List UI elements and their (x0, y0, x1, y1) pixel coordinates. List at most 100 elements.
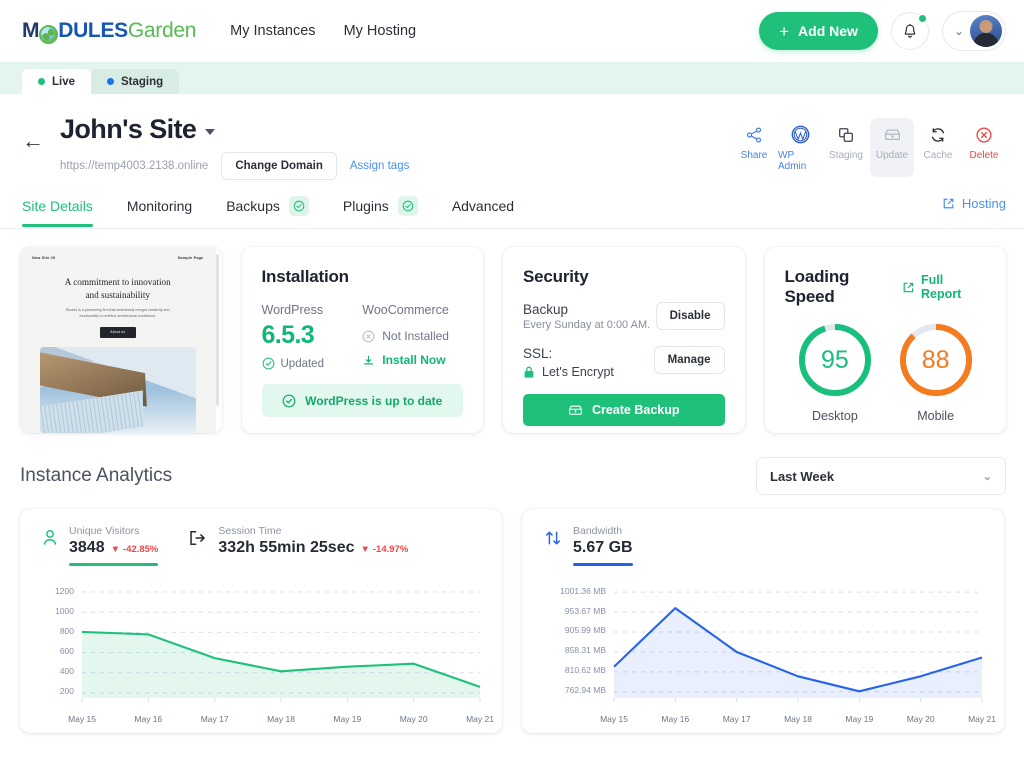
loading-speed-card: Loading Speed Full Report 95 Desktop 88 … (764, 247, 1006, 433)
y-axis-tick: 905.99 MB (564, 625, 606, 636)
action-share-label: Share (740, 150, 768, 161)
woocommerce-block: WooCommerce Not Installed Install Now (362, 303, 463, 370)
back-arrow-icon[interactable]: ← (22, 130, 44, 152)
notifications-button[interactable] (890, 12, 929, 50)
globe-icon (39, 24, 59, 44)
update-box-icon (883, 124, 902, 145)
status-dot-live (38, 78, 45, 85)
backup-info: Backup Every Sunday at 0:00 AM. (523, 302, 656, 331)
x-axis-tick: May 15 (68, 713, 96, 724)
action-share[interactable]: Share (732, 118, 776, 177)
tab-plugins-label: Plugins (342, 198, 389, 214)
wordpress-icon (791, 124, 810, 145)
logo-text-garden: Garden (127, 19, 197, 42)
backup-label: Backup (523, 302, 569, 317)
env-tab-live[interactable]: Live (22, 69, 92, 94)
backup-row: Backup Every Sunday at 0:00 AM. Disable (523, 302, 725, 331)
bandwidth-chart-card: Bandwidth 5.67 GB 762.94 MB 810.62 MB 858.… (522, 509, 1004, 733)
install-now-link[interactable]: Install Now (362, 353, 463, 367)
session-time-value: 332h 55min 25sec (218, 539, 355, 556)
section-tabbar: Site Details Monitoring Backups Plugins … (0, 180, 1024, 229)
installation-grid: WordPress 6.5.3 Updated WooCommerce Not … (262, 303, 464, 370)
x-axis-tick: May 18 (267, 713, 295, 724)
unique-visitors-delta-text: -42.85% (123, 544, 159, 555)
chevron-down-icon: ⌄ (982, 470, 992, 483)
chevron-down-icon: ⌄ (953, 24, 964, 38)
wordpress-status: Updated (262, 357, 363, 370)
action-wp-admin[interactable]: WP Admin (778, 118, 822, 177)
refresh-icon (929, 124, 947, 145)
x-circle-icon (362, 330, 375, 342)
notification-badge (917, 14, 927, 23)
action-update[interactable]: Update (870, 118, 914, 177)
gauge-mobile-ring: 88 (897, 321, 975, 399)
tab-advanced-label: Advanced (451, 198, 515, 214)
preview-cta-button: About us (99, 326, 136, 338)
account-menu[interactable]: ⌄ (941, 11, 1006, 51)
tab-plugins[interactable]: Plugins (343, 190, 418, 228)
site-preview-frame: New Site #5 Sample Page A commitment to … (20, 247, 222, 433)
ssl-manage-button[interactable]: Manage (653, 346, 725, 374)
change-domain-button[interactable]: Change Domain (221, 152, 337, 180)
check-circle-icon (262, 357, 274, 370)
x-axis-tick: May 19 (333, 713, 362, 724)
unique-visitors-value: 3848 (69, 539, 105, 556)
x-axis-tick: May 17 (722, 713, 751, 724)
user-icon (42, 525, 58, 552)
wordpress-uptodate-banner[interactable]: WordPress is up to date (261, 384, 463, 417)
env-tab-staging-label: Staging (121, 75, 164, 88)
date-range-select[interactable]: Last Week ⌄ (756, 457, 1006, 495)
y-axis-tick: 800 (59, 625, 74, 636)
create-backup-button[interactable]: Create Backup (523, 394, 725, 426)
hosting-link[interactable]: Hosting (942, 196, 1006, 223)
unique-visitors-value-row: 3848 ▼ -42.85% (69, 539, 158, 557)
analytics-charts: Unique Visitors 3848 ▼ -42.85% Session T… (20, 509, 1006, 733)
action-cache[interactable]: Cache (916, 118, 960, 177)
site-url: https://temp4003.2138.online (60, 160, 209, 172)
wordpress-status-label: Updated (280, 357, 324, 370)
tab-site-details[interactable]: Site Details (22, 192, 93, 227)
backup-disable-button[interactable]: Disable (655, 302, 725, 330)
action-update-label: Update (875, 150, 909, 161)
x-axis-tick: May 20 (906, 713, 935, 724)
env-tab-staging[interactable]: Staging (91, 69, 180, 94)
create-backup-label: Create Backup (591, 403, 680, 417)
hosting-link-label: Hosting (961, 195, 1006, 211)
tab-advanced[interactable]: Advanced (452, 192, 514, 226)
site-preview-card[interactable]: New Site #5 Sample Page A commitment to … (20, 247, 222, 433)
x-axis-tick: May 20 (399, 713, 428, 724)
installation-card: Installation WordPress 6.5.3 Updated Woo… (241, 247, 483, 433)
nav-item-my-instances[interactable]: My Instances (230, 23, 315, 39)
action-staging[interactable]: Staging (824, 118, 868, 177)
y-axis-tick: 1001.36 MB (560, 585, 606, 596)
bell-icon (904, 23, 916, 38)
ssl-value-row: Let's Encrypt (523, 365, 654, 379)
download-icon (364, 355, 374, 364)
nav-item-my-hosting[interactable]: My Hosting (344, 23, 417, 39)
chevron-down-icon[interactable] (205, 129, 216, 135)
summary-cards: New Site #5 Sample Page A commitment to … (20, 247, 1006, 433)
ssl-label: SSL: (523, 346, 553, 361)
logo-text-m: M (22, 19, 40, 42)
visitors-chart-card: Unique Visitors 3848 ▼ -42.85% Session T… (20, 509, 502, 733)
unique-visitors-label: Unique Visitors (69, 525, 140, 537)
security-title: Security (523, 267, 589, 286)
main-nav: My Instances My Hosting (230, 23, 416, 39)
assign-tags-link[interactable]: Assign tags (350, 160, 409, 172)
header-actions: + Add New ⌄ (759, 11, 1006, 51)
site-title-block: John's Site https://temp4003.2138.online… (60, 112, 409, 180)
tab-backups[interactable]: Backups (226, 190, 309, 228)
tab-monitoring[interactable]: Monitoring (127, 192, 192, 226)
visitors-plot: 200 400 600 800 1000 1200 May 15 May 16 May 17 Ma… (34, 580, 494, 730)
preview-scrollbar[interactable] (215, 254, 219, 406)
x-axis-tick: May 17 (200, 713, 229, 724)
visitors-metrics: Unique Visitors 3848 ▼ -42.85% Session T… (34, 525, 488, 566)
preview-paragraph-line2: functionality to redefine architectural … (79, 313, 156, 318)
add-new-button[interactable]: + Add New (759, 12, 878, 50)
site-header: ← John's Site https://temp4003.2138.onli… (0, 94, 1024, 180)
full-report-link[interactable]: Full Report (902, 273, 986, 301)
action-delete[interactable]: Delete (962, 118, 1006, 177)
brand-logo[interactable]: M DULES Garden (22, 19, 197, 44)
installation-title: Installation (261, 267, 350, 286)
gauge-desktop-caption: Desktop (811, 409, 858, 423)
